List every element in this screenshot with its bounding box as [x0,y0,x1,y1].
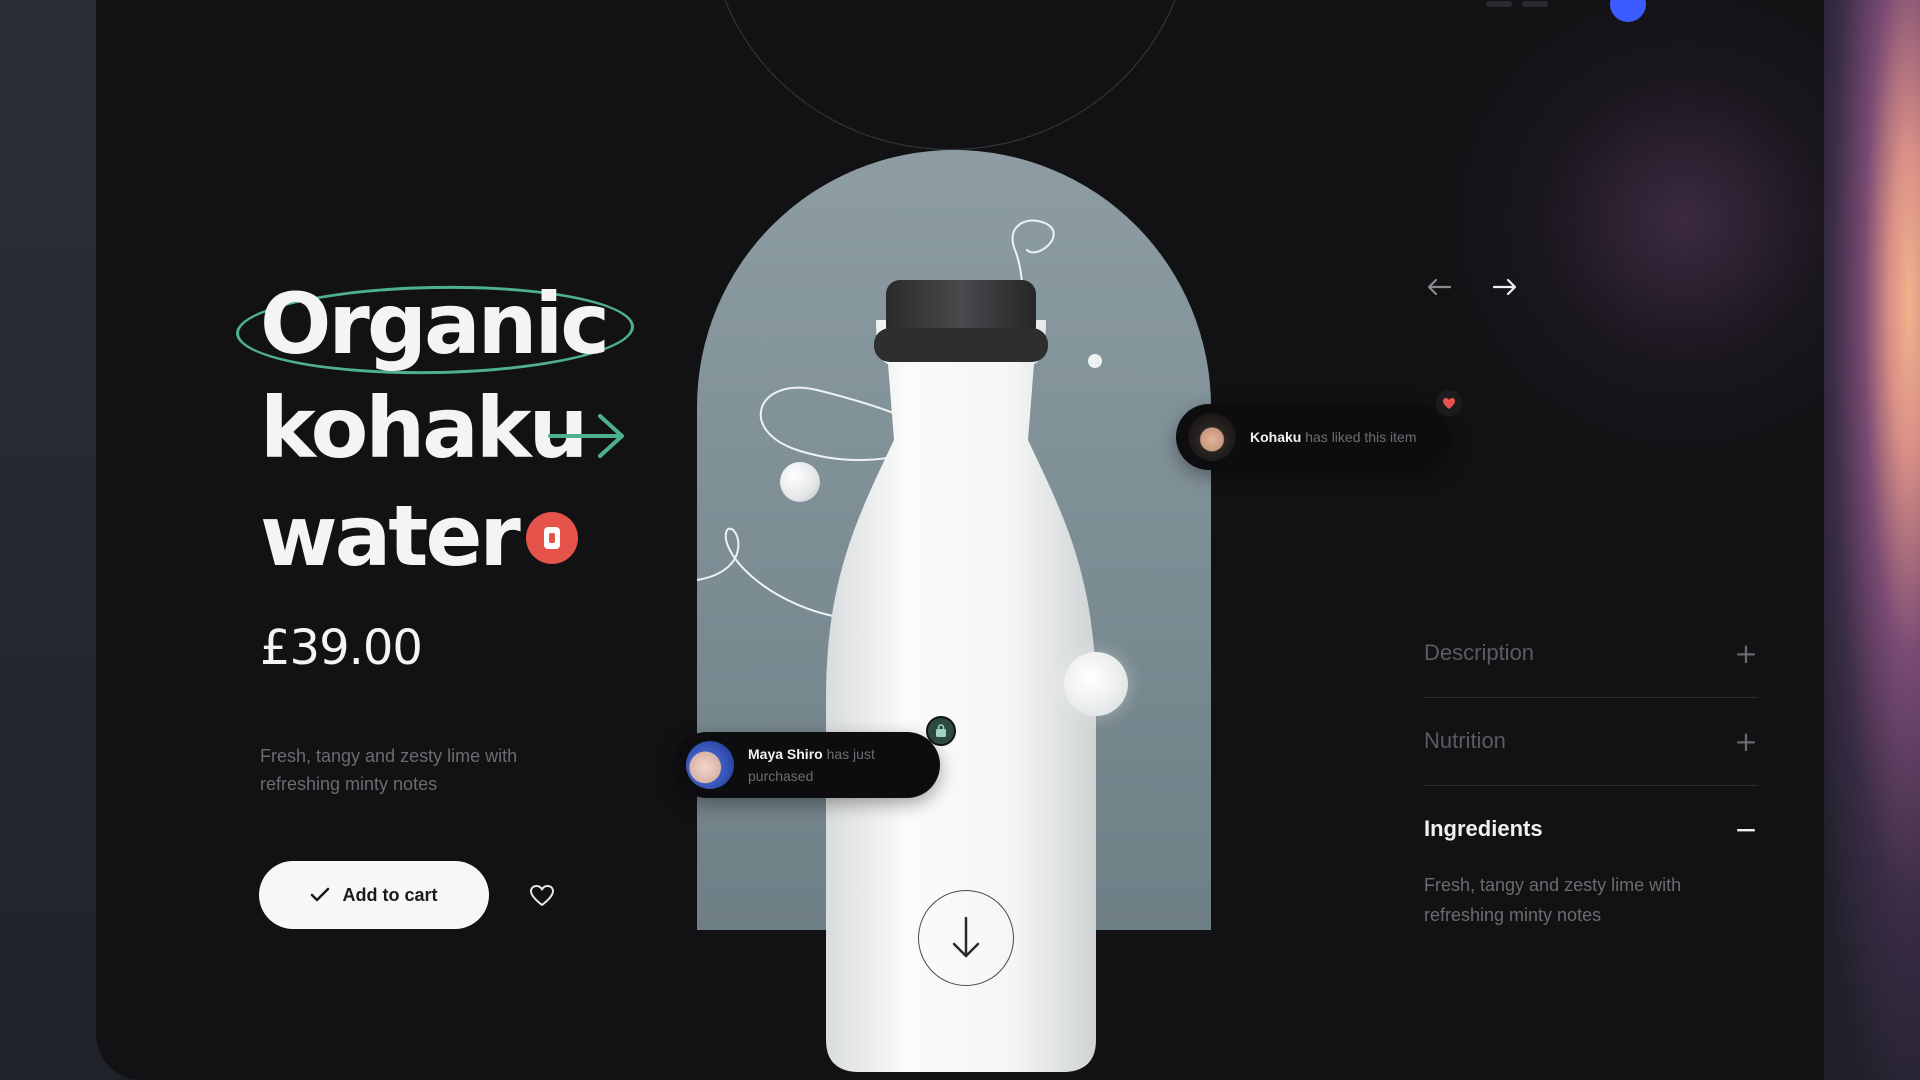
card-glow [1424,0,1824,480]
title-arrow-icon [548,414,624,458]
like-message: has liked this item [1305,429,1417,445]
header-nav [1486,0,1566,7]
product-card: Organic kohaku water £39.00 Fresh, tangy… [96,0,1824,1080]
accordion-label: Description [1424,640,1535,665]
heart-outline-icon [530,885,554,906]
accordion-ingredients[interactable]: Ingredients − [1424,804,1758,854]
like-badge [1434,388,1464,418]
ingredients-content: Fresh, tangy and zesty lime with refresh… [1424,875,1682,925]
purchase-notification[interactable]: Maya Shiro has just purchased [674,732,940,798]
purchase-notification-text: Maya Shiro has just purchased [748,743,940,787]
avatar [1188,413,1236,461]
floating-orb [780,462,820,502]
expand-plus-icon: + [1734,636,1758,670]
header-ring [708,0,1192,150]
product-title-line-1: Organic [260,275,610,373]
divider [1424,697,1758,698]
avatar [686,741,734,789]
expand-plus-icon: + [1734,724,1758,758]
like-notification[interactable]: Kohaku has liked this item [1176,404,1450,470]
accordion-label: Nutrition [1424,728,1506,753]
accordion-description[interactable]: Description + [1424,628,1758,678]
backdrop-gradient [1810,0,1920,1080]
previous-product-button[interactable] [1424,272,1454,302]
arrow-down-icon [952,916,980,958]
collapse-minus-icon: − [1734,812,1758,846]
purchase-badge [926,716,956,746]
next-product-button[interactable] [1490,272,1520,302]
add-to-cart-label: Add to cart [342,884,438,905]
accordion-nutrition[interactable]: Nutrition + [1424,716,1758,766]
purchase-user-name: Maya Shiro [748,746,823,762]
shopping-bag-icon [936,724,946,737]
accordion-label: Ingredients [1424,816,1543,841]
product-tagline: Fresh, tangy and zesty lime with refresh… [260,746,518,794]
checkmark-icon [311,887,330,902]
product-price: £39.00 [260,620,423,676]
divider [1424,785,1758,786]
like-notification-text: Kohaku has liked this item [1250,426,1417,448]
heart-icon [1443,397,1455,409]
arrow-right-icon [1492,278,1517,296]
wishlist-button[interactable] [526,880,558,912]
floating-orb [1064,652,1128,716]
product-title-line-2: kohaku [260,379,588,477]
bottle-badge-icon [526,512,578,564]
product-title-line-3: water [260,487,521,585]
scroll-down-button[interactable] [918,890,1014,986]
arrow-left-icon [1427,278,1452,296]
like-user-name: Kohaku [1250,429,1302,445]
add-to-cart-button[interactable]: Add to cart [259,861,489,929]
